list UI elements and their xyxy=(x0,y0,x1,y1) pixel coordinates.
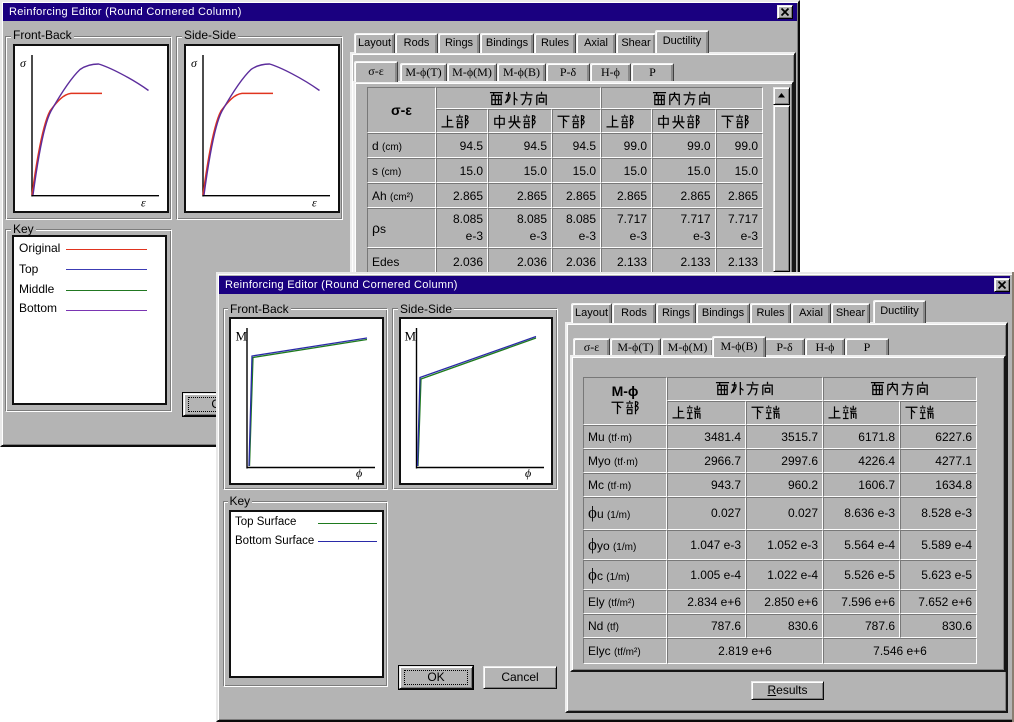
svg-text:M: M xyxy=(236,329,248,344)
svg-text:σ: σ xyxy=(20,56,27,70)
svg-text:ϕ: ϕ xyxy=(525,466,531,480)
svg-text:ϕ: ϕ xyxy=(356,466,362,480)
svg-text:ε: ε xyxy=(312,195,317,209)
svg-text:M: M xyxy=(404,329,416,344)
svg-text:ε: ε xyxy=(141,195,146,209)
svg-text:σ: σ xyxy=(191,56,198,70)
